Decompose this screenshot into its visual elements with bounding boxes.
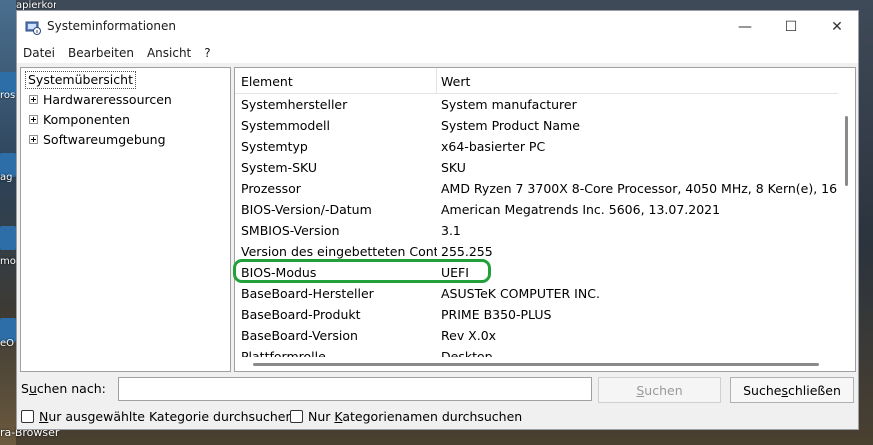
menu-datei[interactable]: Datei [23, 46, 62, 60]
search-button[interactable]: Suchen [598, 377, 721, 403]
search-input[interactable] [118, 377, 592, 401]
list-row[interactable]: Systemtyp x64-basierter PC [235, 136, 839, 157]
expand-plus-icon[interactable] [29, 115, 38, 124]
desktop-icon-label: ros [0, 90, 16, 101]
row-value-cell: Rev X.0x [441, 328, 497, 343]
column-header-element[interactable]: Element [241, 74, 293, 89]
menu-help[interactable]: ? [204, 46, 217, 60]
tree-item-softwareumgebung[interactable]: Softwareumgebung [29, 132, 166, 148]
list-row[interactable]: BaseBoard-Produkt PRIME B350-PLUS [235, 304, 839, 325]
row-value-cell: x64-basierter PC [441, 139, 546, 154]
tree-item-label: Komponenten [43, 112, 131, 127]
list-row[interactable]: SMBIOS-Version 3.1 [235, 220, 839, 241]
row-value-cell: AMD Ryzen 7 3700X 8-Core Processor, 4050… [441, 181, 839, 196]
close-button[interactable]: ✕ [814, 11, 860, 43]
row-value-cell: System Product Name [441, 118, 580, 133]
list-row[interactable]: BaseBoard-Version Rev X.0x [235, 325, 839, 346]
list-row[interactable]: System-SKU SKU [235, 157, 839, 178]
desktop-shortcut-icon[interactable] [0, 226, 16, 250]
horizontal-scroll-thumb[interactable] [253, 363, 819, 366]
row-element-cell: BIOS-Modus [241, 265, 317, 280]
category-names-checkbox[interactable] [290, 410, 303, 423]
option-label: Nur Kategorienamen durchsuchen [308, 409, 523, 424]
row-value-cell: 255.255 [441, 244, 493, 259]
column-header-value[interactable]: Wert [441, 74, 470, 89]
row-element-cell: SMBIOS-Version [241, 223, 340, 238]
list-header: Element Wert [235, 68, 855, 94]
search-label: Suchen nach: [21, 381, 106, 396]
row-element-cell: Systemhersteller [241, 97, 348, 112]
tree-item-label: Hardwareressourcen [43, 92, 172, 107]
row-value-cell: ASUSTeK COMPUTER INC. [441, 286, 600, 301]
window-title: Systeminformationen [47, 19, 176, 33]
list-row[interactable]: Systemhersteller System manufacturer [235, 94, 839, 115]
tree-item-systemuebersicht[interactable]: Systemübersicht [25, 71, 136, 89]
row-element-cell: Systemmodell [241, 118, 331, 133]
list-row[interactable]: Systemmodell System Product Name [235, 115, 839, 136]
menu-ansicht[interactable]: Ansicht [147, 46, 198, 60]
desktop-icon-label: ag [0, 172, 13, 183]
row-element-cell: BaseBoard-Version [241, 328, 358, 343]
tree-item-label: Softwareumgebung [43, 132, 166, 147]
menu-bearbeiten[interactable]: Bearbeiten [68, 46, 141, 60]
system-information-window: Systeminformationen — ☐ ✕ Datei Bearbeit… [16, 10, 859, 430]
system-information-app-icon [25, 21, 41, 35]
expand-plus-icon[interactable] [29, 135, 38, 144]
option-label: Nur ausgewählte Kategorie durchsuchen [39, 409, 294, 424]
desktop-background [0, 0, 16, 445]
vertical-scrollbar[interactable] [838, 68, 855, 371]
row-value-cell: UEFI [441, 265, 469, 280]
column-divider[interactable] [436, 68, 437, 94]
row-element-cell: Version des eingebetteten Cont... [241, 244, 437, 259]
list-row[interactable]: Prozessor AMD Ryzen 7 3700X 8-Core Proces… [235, 178, 839, 199]
selected-category-checkbox[interactable] [21, 410, 34, 423]
vertical-scroll-thumb[interactable] [845, 116, 848, 186]
option-selected-category-only[interactable]: Nur ausgewählte Kategorie durchsuchen [21, 409, 293, 424]
row-element-cell: BaseBoard-Hersteller [241, 286, 374, 301]
desktop-icon-label: mo [0, 256, 16, 267]
list-row[interactable]: BIOS-Modus UEFI [235, 262, 839, 283]
list-row[interactable]: BaseBoard-Hersteller ASUSTeK COMPUTER INC… [235, 283, 839, 304]
row-value-cell: PRIME B350-PLUS [441, 307, 552, 322]
details-list[interactable]: Element Wert Systemhersteller System manu… [234, 67, 856, 372]
tree-item-hardwareressourcen[interactable]: Hardwareressourcen [29, 92, 172, 108]
horizontal-scrollbar[interactable] [235, 357, 855, 371]
desktop-icon-label: eO [0, 338, 15, 349]
row-element-cell: System-SKU [241, 160, 318, 175]
list-row[interactable]: Version des eingebetteten Cont... 255.255 [235, 241, 839, 262]
row-element-cell: BIOS-Version/-Datum [241, 202, 372, 217]
close-search-button[interactable]: Suche s chließen [730, 377, 854, 403]
row-element-cell: BaseBoard-Produkt [241, 307, 361, 322]
menu-bar: Datei Bearbeiten Ansicht ? [17, 43, 858, 63]
expand-plus-icon[interactable] [29, 95, 38, 104]
row-element-cell: Prozessor [241, 181, 301, 196]
option-category-names-only[interactable]: Nur Kategorienamen durchsuchen [290, 409, 522, 424]
title-bar[interactable]: Systeminformationen — ☐ ✕ [17, 11, 858, 43]
row-value-cell: SKU [441, 160, 466, 175]
row-element-cell: Systemtyp [241, 139, 308, 154]
list-rows: Systemhersteller System manufacturer Syste… [235, 94, 839, 367]
list-row[interactable]: BIOS-Version/-Datum American Megatrends I… [235, 199, 839, 220]
minimize-button[interactable]: — [722, 11, 768, 43]
row-value-cell: System manufacturer [441, 97, 577, 112]
row-value-cell: American Megatrends Inc. 5606, 13.07.202… [441, 202, 721, 217]
row-value-cell: 3.1 [441, 223, 461, 238]
maximize-button[interactable]: ☐ [768, 11, 814, 43]
category-tree[interactable]: Systemübersicht Hardwareressourcen Kompo… [20, 67, 231, 372]
tree-item-komponenten[interactable]: Komponenten [29, 112, 130, 128]
